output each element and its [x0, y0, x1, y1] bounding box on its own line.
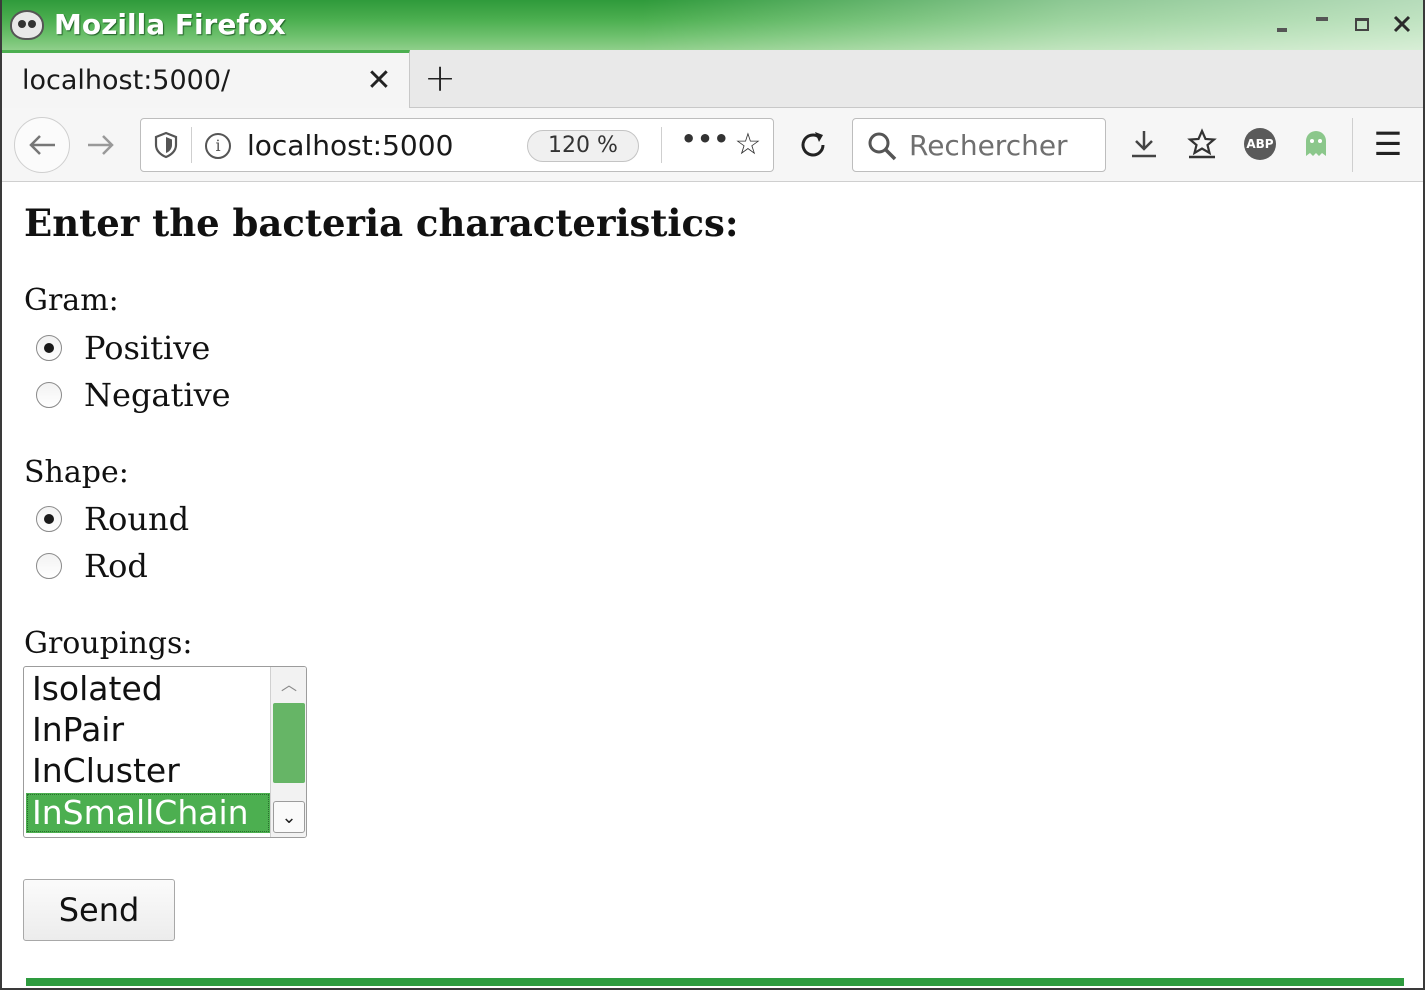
list-item[interactable]: InPair: [26, 710, 270, 750]
gram-positive-label[interactable]: Positive: [84, 329, 210, 367]
list-item-selected[interactable]: InSmallChain: [26, 793, 270, 833]
title-bar[interactable]: Mozilla Firefox: [2, 0, 1423, 50]
tab-strip: localhost:5000/ ✕ +: [2, 50, 1423, 109]
window-controls: [1271, 10, 1413, 38]
download-icon: [1132, 131, 1156, 158]
reload-icon: [801, 132, 825, 157]
tab-close-icon[interactable]: ✕: [364, 63, 394, 99]
gram-option-negative[interactable]: Negative: [36, 375, 231, 415]
shape-round-label[interactable]: Round: [84, 500, 189, 538]
bookmarks-button[interactable]: [1180, 122, 1224, 166]
browser-window: Mozilla Firefox localhost:5000/ ✕ + i lo…: [0, 0, 1425, 990]
shape-label: Shape:: [24, 455, 129, 490]
gram-label: Gram:: [24, 283, 119, 318]
gram-positive-radio[interactable]: [36, 335, 62, 361]
shape-option-round[interactable]: Round: [36, 499, 189, 539]
firefox-cat-icon: [10, 10, 44, 40]
restore-icon[interactable]: [1311, 10, 1333, 38]
forward-button[interactable]: [76, 120, 126, 170]
navigation-bar: i localhost:5000 120 % ••• ☆ Rechercher …: [2, 108, 1423, 182]
new-tab-button[interactable]: +: [422, 56, 458, 100]
bottom-status-bar: [26, 978, 1404, 986]
ghostery-button[interactable]: [1294, 122, 1338, 166]
zoom-level-badge[interactable]: 120 %: [527, 130, 639, 162]
gram-option-positive[interactable]: Positive: [36, 328, 210, 368]
scrollbar-thumb[interactable]: [273, 703, 305, 783]
abp-icon: ABP: [1244, 128, 1276, 160]
groupings-listbox[interactable]: Isolated InPair InCluster InSmallChain ︿…: [23, 666, 307, 838]
list-item[interactable]: InCluster: [26, 751, 270, 791]
search-bar[interactable]: Rechercher: [852, 118, 1106, 172]
toolbar-separator: [1352, 118, 1353, 172]
page-title: Enter the bacteria characteristics:: [24, 201, 739, 245]
list-item[interactable]: Isolated: [26, 669, 270, 709]
shape-option-rod[interactable]: Rod: [36, 546, 148, 586]
downloads-button[interactable]: [1122, 122, 1166, 166]
reload-button[interactable]: [788, 120, 838, 170]
minimize-icon[interactable]: [1271, 10, 1293, 38]
search-placeholder: Rechercher: [909, 129, 1068, 162]
listbox-scrollbar[interactable]: ︿ ⌄: [270, 667, 306, 837]
url-separator: [661, 127, 662, 163]
url-text[interactable]: localhost:5000: [247, 129, 453, 162]
bookmark-star-icon[interactable]: ☆: [731, 127, 765, 163]
tab-title: localhost:5000/: [22, 65, 231, 96]
url-separator: [191, 127, 192, 163]
bookmark-star-icon: [1187, 128, 1217, 159]
info-icon[interactable]: i: [205, 133, 231, 159]
shape-round-radio[interactable]: [36, 506, 62, 532]
gram-negative-radio[interactable]: [36, 382, 62, 408]
window-title: Mozilla Firefox: [54, 8, 286, 41]
chevron-up-icon[interactable]: ︿: [273, 669, 305, 701]
search-icon: [868, 132, 897, 161]
shield-icon[interactable]: [153, 131, 179, 159]
url-bar[interactable]: i localhost:5000 120 % ••• ☆: [140, 118, 774, 172]
maximize-icon[interactable]: [1351, 10, 1373, 38]
tab-localhost[interactable]: localhost:5000/ ✕: [2, 50, 410, 109]
page-content: Enter the bacteria characteristics: Gram…: [2, 183, 1423, 978]
shape-rod-radio[interactable]: [36, 553, 62, 579]
shape-rod-label[interactable]: Rod: [84, 547, 148, 585]
adblock-button[interactable]: ABP: [1238, 122, 1282, 166]
ghost-icon: [1306, 131, 1326, 156]
gram-negative-label[interactable]: Negative: [84, 376, 231, 414]
close-icon[interactable]: [1391, 10, 1413, 38]
groupings-label: Groupings:: [24, 626, 193, 661]
hamburger-menu-icon[interactable]: ☰: [1366, 122, 1410, 166]
send-button[interactable]: Send: [23, 879, 175, 941]
back-arrow-icon: [29, 135, 55, 155]
chevron-down-icon[interactable]: ⌄: [273, 801, 305, 833]
page-actions-icon[interactable]: •••: [681, 125, 729, 161]
forward-arrow-icon: [88, 135, 114, 155]
back-button[interactable]: [14, 117, 70, 173]
